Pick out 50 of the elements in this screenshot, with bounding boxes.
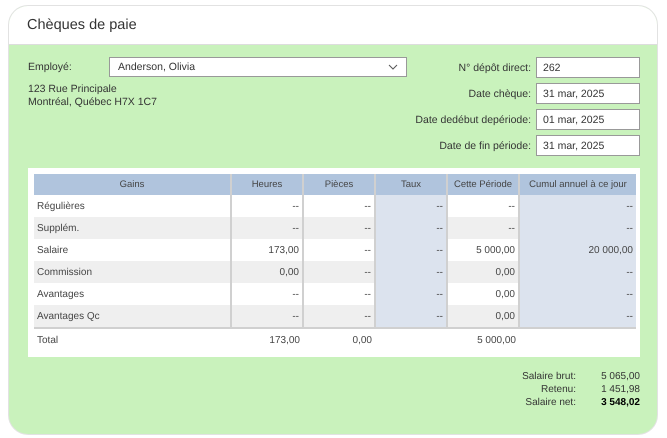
field-label: Date chèque: — [468, 88, 531, 100]
column-header: Gains — [34, 174, 231, 195]
field-label: N° dépôt direct: — [458, 62, 531, 74]
caret-icon — [388, 64, 398, 70]
page-title: Chèques de paie — [27, 17, 137, 33]
summary-value: 3 548,02 — [600, 397, 640, 408]
summary-label: Retenu: — [540, 384, 576, 395]
table-cell: -- — [303, 305, 375, 328]
employee-dropdown[interactable]: Anderson, Olivia — [109, 57, 407, 77]
table-cell: -- — [375, 283, 447, 305]
table-cell: 0,00 — [447, 305, 519, 328]
table-cell: -- — [519, 305, 636, 328]
table-cell: 0,00 — [231, 261, 303, 283]
field-label: Date de fin période: — [439, 140, 531, 152]
field-label: Date dedébut depériode: — [415, 114, 531, 126]
table-cell: -- — [519, 195, 636, 217]
table-cell: Supplém. — [34, 217, 231, 239]
address-line: 123 Rue Principale — [28, 83, 118, 96]
table-cell: -- — [303, 261, 375, 283]
field-label: Employé: — [28, 61, 73, 73]
table-cell: -- — [375, 239, 447, 261]
column-header: Heures — [231, 174, 303, 195]
table-cell: 0,00 — [447, 261, 519, 283]
table-cell: -- — [519, 217, 636, 239]
table-cell: -- — [375, 261, 447, 283]
input-field[interactable]: 31 mar, 2025 — [536, 135, 640, 156]
summary-label: Salaire net: — [525, 397, 576, 408]
address-line: Montréal, Québec H7X 1C7 — [28, 96, 158, 109]
summary-label: Salaire brut: — [522, 371, 576, 382]
table-cell: -- — [519, 261, 636, 283]
table-cell: -- — [231, 217, 303, 239]
table-cell: -- — [375, 195, 447, 217]
table-cell: Commission — [34, 261, 231, 283]
table-cell: -- — [231, 305, 303, 328]
column-header: Pièces — [303, 174, 375, 195]
input-field[interactable]: 31 mar, 2025 — [536, 83, 640, 104]
column-header: Cette Période — [447, 174, 519, 195]
summary-value: 1 451,98 — [600, 384, 640, 395]
table-cell: -- — [375, 217, 447, 239]
table-cell: -- — [519, 283, 636, 305]
summary-value: 5 065,00 — [600, 371, 640, 382]
table-cell: 20 000,00 — [519, 239, 636, 261]
table-cell: Avantages Qc — [34, 305, 231, 328]
table-cell: -- — [375, 305, 447, 328]
column-header: Cumul annuel à ce jour — [519, 174, 636, 195]
input-field[interactable]: 01 mar, 2025 — [536, 109, 640, 130]
table-cell: -- — [447, 217, 519, 239]
table-cell: -- — [303, 217, 375, 239]
input-field[interactable]: 262 — [536, 57, 640, 78]
column-header: Taux — [375, 174, 447, 195]
